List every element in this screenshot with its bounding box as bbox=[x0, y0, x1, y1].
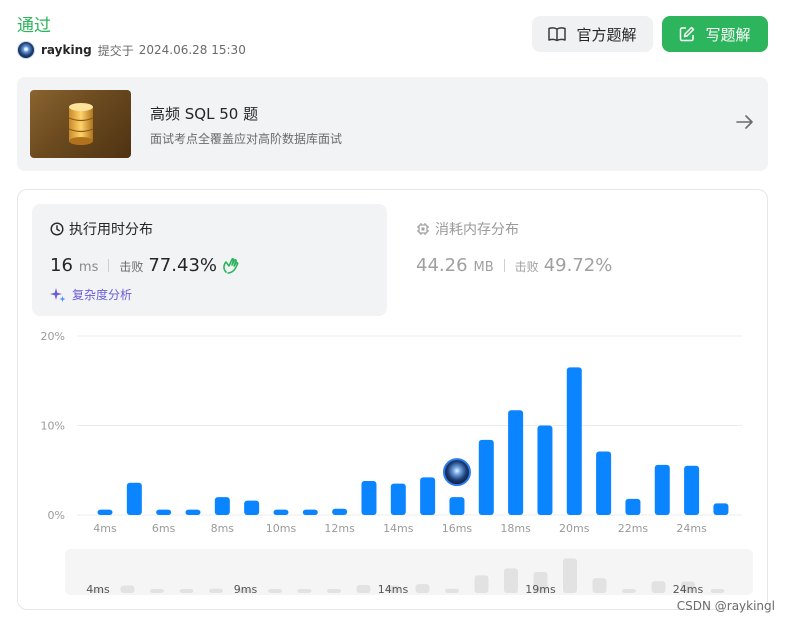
bar bbox=[654, 464, 670, 515]
my-submission-marker[interactable] bbox=[442, 458, 471, 487]
navigator-bar bbox=[327, 589, 341, 593]
bar bbox=[508, 410, 524, 515]
x-tick-label: 12ms bbox=[324, 522, 355, 535]
username[interactable]: rayking bbox=[41, 43, 92, 57]
navigator-bar bbox=[592, 578, 607, 593]
navigator-bar bbox=[356, 585, 371, 593]
bar bbox=[684, 465, 700, 515]
navigator-track bbox=[65, 549, 753, 595]
bar bbox=[126, 482, 142, 515]
edit-icon bbox=[680, 26, 695, 42]
navigator-bar bbox=[474, 575, 489, 593]
watermark: CSDN @raykingl bbox=[676, 599, 775, 613]
navigator-bar bbox=[120, 585, 135, 593]
y-tick-label: 10% bbox=[41, 420, 65, 433]
x-tick-label: 6ms bbox=[152, 522, 176, 535]
x-axis-ticks: 4ms 6ms 8ms 10ms 12ms 14ms 16ms 18ms 20ms 22ms 24m… bbox=[93, 522, 707, 535]
range-navigator[interactable]: 4ms 9ms 14ms 19ms 24ms bbox=[65, 549, 753, 596]
bar bbox=[420, 477, 436, 515]
chart-grid bbox=[77, 335, 742, 516]
runtime-distribution-chart[interactable]: 20% 10% 0% 4ms 6ms 8ms 10ms 12ms 14ms 16ms 18ms 20… bbox=[17, 189, 768, 610]
bar bbox=[537, 425, 553, 515]
x-tick-label: 18ms bbox=[500, 522, 531, 535]
navigator-label: 19ms bbox=[525, 583, 556, 596]
study-plan-thumbnail bbox=[30, 90, 131, 158]
bar bbox=[713, 503, 729, 515]
navigator-bar bbox=[209, 588, 223, 593]
navigator-bar bbox=[445, 588, 459, 593]
y-tick-label: 0% bbox=[48, 509, 65, 522]
bar bbox=[97, 509, 113, 515]
navigator-bar bbox=[504, 568, 518, 593]
navigator-bar bbox=[710, 589, 725, 593]
chart-bars bbox=[97, 367, 729, 515]
submission-avatar bbox=[442, 458, 471, 487]
y-axis-ticks: 20% 10% 0% bbox=[41, 330, 65, 522]
navigator-bar bbox=[415, 584, 430, 593]
x-tick-label: 22ms bbox=[618, 522, 649, 535]
x-tick-label: 24ms bbox=[676, 522, 707, 535]
bar bbox=[273, 509, 289, 515]
navigator-label: 9ms bbox=[234, 583, 258, 596]
bar bbox=[596, 451, 612, 515]
submitted-label: 提交于 bbox=[97, 43, 134, 58]
submission-time: 2024.06.28 15:30 bbox=[138, 43, 246, 57]
navigator-bar bbox=[651, 581, 666, 593]
bar bbox=[625, 498, 641, 515]
database-icon bbox=[68, 103, 94, 145]
y-tick-label: 20% bbox=[41, 330, 65, 343]
navigator-bar bbox=[179, 589, 194, 593]
write-solution-label: 写题解 bbox=[705, 25, 751, 44]
navigator-label: 14ms bbox=[378, 583, 409, 596]
bar bbox=[185, 509, 201, 515]
avatar[interactable] bbox=[17, 41, 35, 59]
x-tick-label: 8ms bbox=[211, 522, 235, 535]
x-tick-label: 16ms bbox=[442, 522, 473, 535]
bar bbox=[302, 509, 318, 515]
bar bbox=[449, 497, 465, 515]
bar bbox=[244, 500, 260, 515]
navigator-bar bbox=[268, 589, 282, 593]
bar bbox=[214, 497, 230, 515]
bar bbox=[566, 367, 582, 515]
study-plan-card[interactable]: 高频 SQL 50 题 面试考点全覆盖应对高阶数据库面试 bbox=[17, 77, 768, 171]
navigator-bar bbox=[563, 558, 577, 593]
x-tick-label: 10ms bbox=[266, 522, 297, 535]
navigator-bar bbox=[622, 589, 636, 593]
x-tick-label: 4ms bbox=[93, 522, 117, 535]
write-solution-button[interactable]: 写题解 bbox=[662, 16, 768, 52]
study-plan-title: 高频 SQL 50 题 bbox=[150, 105, 259, 123]
arrow-right-icon[interactable] bbox=[736, 114, 754, 130]
submission-meta: rayking 提交于 2024.06.28 15:30 bbox=[17, 41, 246, 59]
navigator-label: 24ms bbox=[673, 583, 704, 596]
navigator-bar bbox=[150, 589, 164, 593]
study-plan-subtitle: 面试考点全覆盖应对高阶数据库面试 bbox=[150, 132, 343, 146]
x-tick-label: 20ms bbox=[559, 522, 590, 535]
bar bbox=[478, 439, 494, 515]
official-solution-label: 官方题解 bbox=[576, 25, 637, 44]
status-accepted: 通过 bbox=[17, 16, 51, 36]
official-solution-button[interactable]: 官方题解 bbox=[532, 16, 653, 52]
navigator-bar bbox=[297, 589, 312, 593]
bar bbox=[332, 508, 348, 515]
bar bbox=[390, 483, 406, 515]
navigator-label: 4ms bbox=[86, 583, 110, 596]
book-icon bbox=[548, 27, 567, 42]
x-tick-label: 14ms bbox=[383, 522, 414, 535]
bar bbox=[156, 509, 172, 515]
bar bbox=[361, 480, 377, 515]
